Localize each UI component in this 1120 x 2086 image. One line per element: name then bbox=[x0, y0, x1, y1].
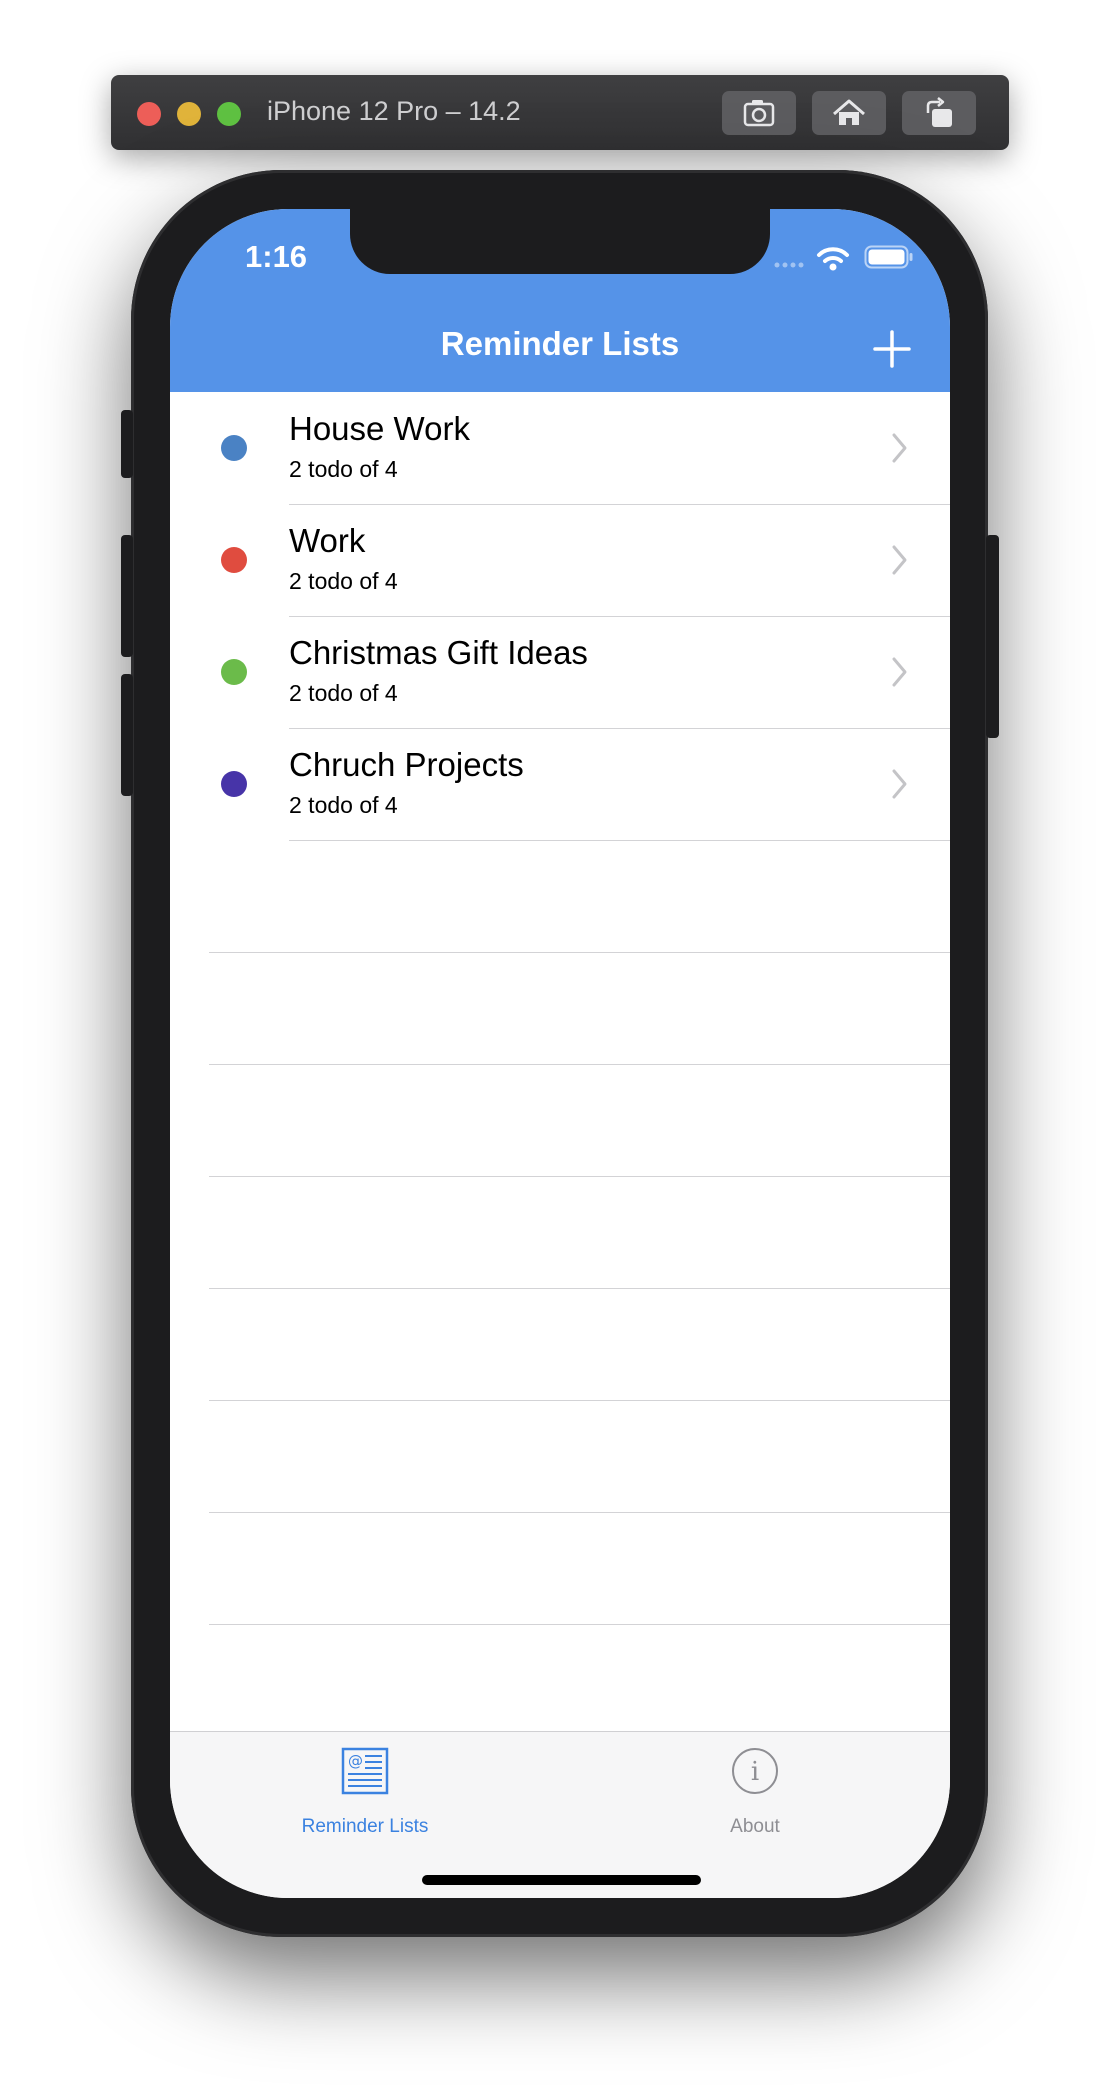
zoom-window-button[interactable] bbox=[217, 102, 241, 126]
list-subtitle: 2 todo of 4 bbox=[289, 792, 398, 818]
phone-screen: 1:16 Reminder Lists House Work 2 todo of… bbox=[170, 209, 950, 1898]
power-button bbox=[986, 535, 999, 738]
chevron-right-icon bbox=[892, 433, 907, 463]
list-title: Chruch Projects bbox=[289, 746, 524, 783]
tab-label: About bbox=[730, 1816, 780, 1837]
screenshot-button[interactable] bbox=[722, 91, 796, 135]
list-subtitle: 2 todo of 4 bbox=[289, 456, 398, 482]
close-window-button[interactable] bbox=[137, 102, 161, 126]
cellular-signal-icon bbox=[774, 262, 804, 268]
home-icon bbox=[833, 99, 865, 125]
volume-up-button bbox=[121, 535, 133, 657]
svg-text:i: i bbox=[751, 1757, 759, 1787]
home-button[interactable] bbox=[812, 91, 886, 135]
chevron-right-icon bbox=[892, 657, 907, 687]
simulator-stage: iPhone 12 Pro – 14.2 1:16 Reminder Lists… bbox=[0, 0, 1120, 2086]
tab-about[interactable]: i About bbox=[655, 1732, 855, 1837]
tab-label: Reminder Lists bbox=[301, 1816, 429, 1837]
list-subtitle: 2 todo of 4 bbox=[289, 680, 398, 706]
empty-row-separator bbox=[209, 1512, 950, 1513]
list-color-dot bbox=[221, 547, 247, 573]
list-item[interactable]: Work 2 todo of 4 bbox=[170, 504, 950, 616]
screenshot-icon bbox=[743, 100, 775, 127]
page-title: Reminder Lists bbox=[440, 325, 680, 362]
list-subtitle: 2 todo of 4 bbox=[289, 568, 398, 594]
chevron-right-icon bbox=[892, 545, 907, 575]
row-separator bbox=[289, 840, 950, 841]
home-indicator bbox=[422, 1875, 701, 1885]
status-time: 1:16 bbox=[245, 239, 308, 274]
empty-row-separator bbox=[209, 1288, 950, 1289]
list-color-dot bbox=[221, 659, 247, 685]
list-title: House Work bbox=[289, 410, 470, 447]
list-item[interactable]: Chruch Projects 2 todo of 4 bbox=[170, 728, 950, 840]
wifi-icon bbox=[817, 247, 849, 271]
rotate-icon bbox=[926, 97, 952, 127]
list-title: Christmas Gift Ideas bbox=[289, 634, 588, 671]
empty-row-separator bbox=[209, 1064, 950, 1065]
list-item[interactable]: House Work 2 todo of 4 bbox=[170, 392, 950, 504]
tab-reminder-lists[interactable]: @ Reminder Lists bbox=[265, 1732, 465, 1837]
notch bbox=[350, 209, 770, 274]
minimize-window-button[interactable] bbox=[177, 102, 201, 126]
list-item[interactable]: Christmas Gift Ideas 2 todo of 4 bbox=[170, 616, 950, 728]
list-color-dot bbox=[221, 435, 247, 461]
add-list-button[interactable] bbox=[872, 329, 912, 369]
list-color-dot bbox=[221, 771, 247, 797]
empty-row-separator bbox=[209, 1624, 950, 1625]
list-title: Work bbox=[289, 522, 366, 559]
chevron-right-icon bbox=[892, 769, 907, 799]
rotate-button[interactable] bbox=[902, 91, 976, 135]
simulator-title: iPhone 12 Pro – 14.2 bbox=[267, 96, 521, 126]
empty-row-separator bbox=[209, 1400, 950, 1401]
info-icon: i bbox=[732, 1748, 778, 1794]
newspaper-icon: @ bbox=[341, 1747, 389, 1795]
svg-text:@: @ bbox=[348, 1752, 363, 1770]
battery-icon bbox=[864, 245, 913, 269]
empty-row-separator bbox=[209, 1176, 950, 1177]
mute-switch bbox=[121, 410, 133, 478]
empty-row-separator bbox=[209, 952, 950, 953]
plus-icon bbox=[873, 330, 911, 368]
navigation-bar: 1:16 Reminder Lists bbox=[170, 209, 950, 392]
tab-bar: @ Reminder Lists i About bbox=[170, 1731, 950, 1898]
volume-down-button bbox=[121, 674, 133, 796]
